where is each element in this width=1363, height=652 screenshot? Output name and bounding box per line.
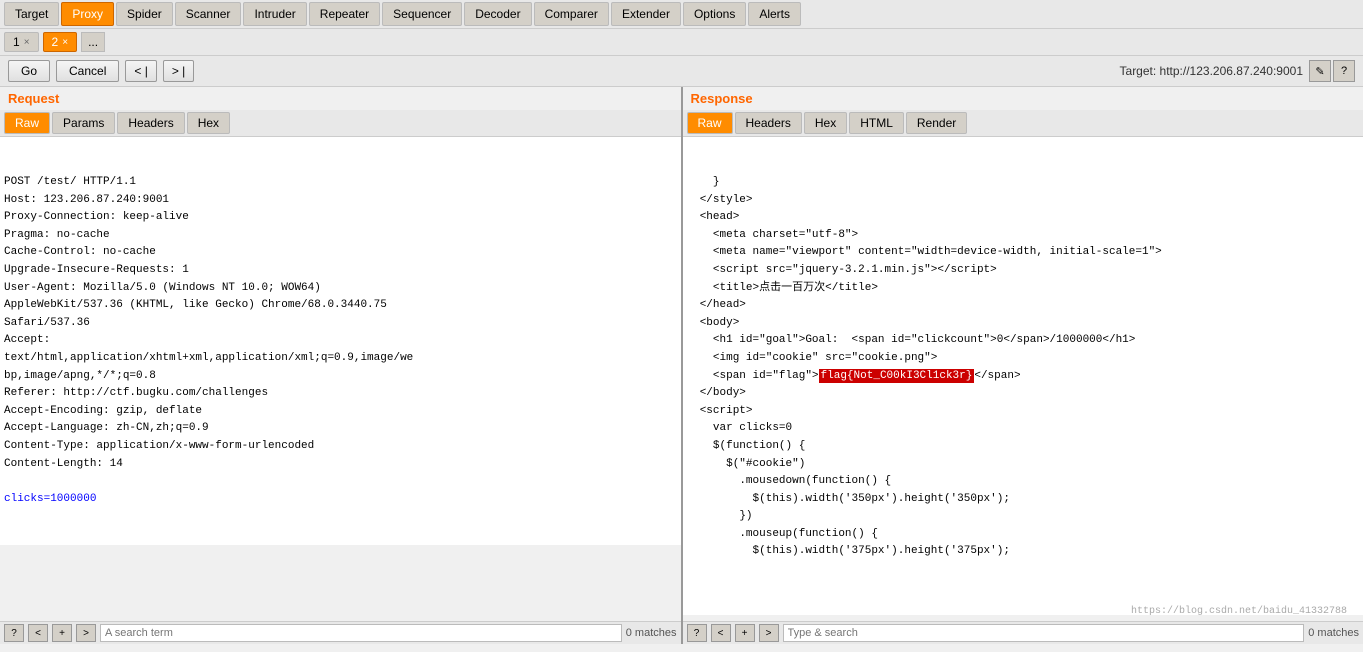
- nav-tab-options[interactable]: Options: [683, 2, 746, 26]
- tab-1-close: ×: [24, 37, 30, 48]
- target-info: Target: http://123.206.87.240:9001: [1120, 64, 1303, 78]
- request-content[interactable]: POST /test/ HTTP/1.1 Host: 123.206.87.24…: [0, 137, 681, 545]
- request-matches: 0 matches: [626, 627, 677, 639]
- nav-tab-intruder[interactable]: Intruder: [243, 2, 306, 26]
- nav-tab-decoder[interactable]: Decoder: [464, 2, 531, 26]
- request-body: POST /test/ HTTP/1.1 Host: 123.206.87.24…: [4, 174, 665, 508]
- response-panel: Response Raw Headers Hex HTML Render } <…: [683, 87, 1363, 644]
- top-nav: Target Proxy Spider Scanner Intruder Rep…: [0, 0, 1363, 29]
- flag-text: flag{Not_C00kI3Cl1ck3r}: [819, 369, 975, 383]
- response-footer: ? < + > 0 matches: [683, 621, 1363, 644]
- request-tab-hex[interactable]: Hex: [187, 112, 230, 134]
- response-header: Response: [683, 87, 1363, 110]
- nav-tab-repeater[interactable]: Repeater: [309, 2, 380, 26]
- response-prev-btn[interactable]: <: [711, 624, 731, 642]
- tab-1-label: 1: [13, 35, 20, 49]
- response-tab-raw[interactable]: Raw: [687, 112, 733, 134]
- response-tab-html[interactable]: HTML: [849, 112, 904, 134]
- tab-1[interactable]: 1 ×: [4, 32, 39, 52]
- request-tabs: Raw Params Headers Hex: [0, 110, 681, 137]
- request-content-wrapper: POST /test/ HTTP/1.1 Host: 123.206.87.24…: [0, 137, 681, 621]
- response-next-btn[interactable]: >: [759, 624, 779, 642]
- tab-more[interactable]: ...: [81, 32, 105, 52]
- request-add-btn[interactable]: +: [52, 624, 72, 642]
- response-body: } </style> <head> <meta charset="utf-8">…: [687, 174, 1348, 561]
- request-panel: Request Raw Params Headers Hex POST /tes…: [0, 87, 683, 644]
- request-next-btn[interactable]: >: [76, 624, 96, 642]
- response-matches: 0 matches: [1308, 627, 1359, 639]
- response-content-wrapper: } </style> <head> <meta charset="utf-8">…: [683, 137, 1363, 621]
- nav-tab-target[interactable]: Target: [4, 2, 59, 26]
- cancel-button[interactable]: Cancel: [56, 60, 119, 82]
- nav-tab-proxy[interactable]: Proxy: [61, 2, 114, 26]
- edit-target-button[interactable]: ✎: [1309, 60, 1331, 82]
- tab-2-label: 2: [52, 35, 59, 49]
- nav-tab-sequencer[interactable]: Sequencer: [382, 2, 462, 26]
- response-tabs: Raw Headers Hex HTML Render: [683, 110, 1363, 137]
- request-tab-raw[interactable]: Raw: [4, 112, 50, 134]
- request-header: Request: [0, 87, 681, 110]
- request-prev-btn[interactable]: <: [28, 624, 48, 642]
- request-search-input[interactable]: [100, 624, 622, 642]
- request-help-btn[interactable]: ?: [4, 624, 24, 642]
- tab-2[interactable]: 2 ×: [43, 32, 78, 52]
- response-help-btn[interactable]: ?: [687, 624, 707, 642]
- nav-tab-extender[interactable]: Extender: [611, 2, 681, 26]
- request-footer: ? < + > 0 matches: [0, 621, 681, 644]
- nav-tab-comparer[interactable]: Comparer: [534, 2, 609, 26]
- response-tab-hex[interactable]: Hex: [804, 112, 847, 134]
- go-button[interactable]: Go: [8, 60, 50, 82]
- forward-button[interactable]: > |: [163, 60, 194, 82]
- response-tab-headers[interactable]: Headers: [735, 112, 802, 134]
- bottom-url: https://blog.csdn.net/baidu_41332788: [1131, 604, 1347, 615]
- main-content: Request Raw Params Headers Hex POST /tes…: [0, 87, 1363, 644]
- response-content[interactable]: } </style> <head> <meta charset="utf-8">…: [683, 137, 1363, 615]
- tab-2-close[interactable]: ×: [62, 37, 68, 48]
- nav-tab-scanner[interactable]: Scanner: [175, 2, 242, 26]
- toolbar: Go Cancel < | > | Target: http://123.206…: [0, 56, 1363, 87]
- response-search-input[interactable]: [783, 624, 1305, 642]
- nav-tab-alerts[interactable]: Alerts: [748, 2, 801, 26]
- response-add-btn[interactable]: +: [735, 624, 755, 642]
- request-tab-params[interactable]: Params: [52, 112, 115, 134]
- request-tab-headers[interactable]: Headers: [117, 112, 184, 134]
- back-button[interactable]: < |: [125, 60, 156, 82]
- tab-bar: 1 × 2 × ...: [0, 29, 1363, 56]
- nav-tab-spider[interactable]: Spider: [116, 2, 173, 26]
- target-icons: ✎ ?: [1309, 60, 1355, 82]
- help-button[interactable]: ?: [1333, 60, 1355, 82]
- response-tab-render[interactable]: Render: [906, 112, 967, 134]
